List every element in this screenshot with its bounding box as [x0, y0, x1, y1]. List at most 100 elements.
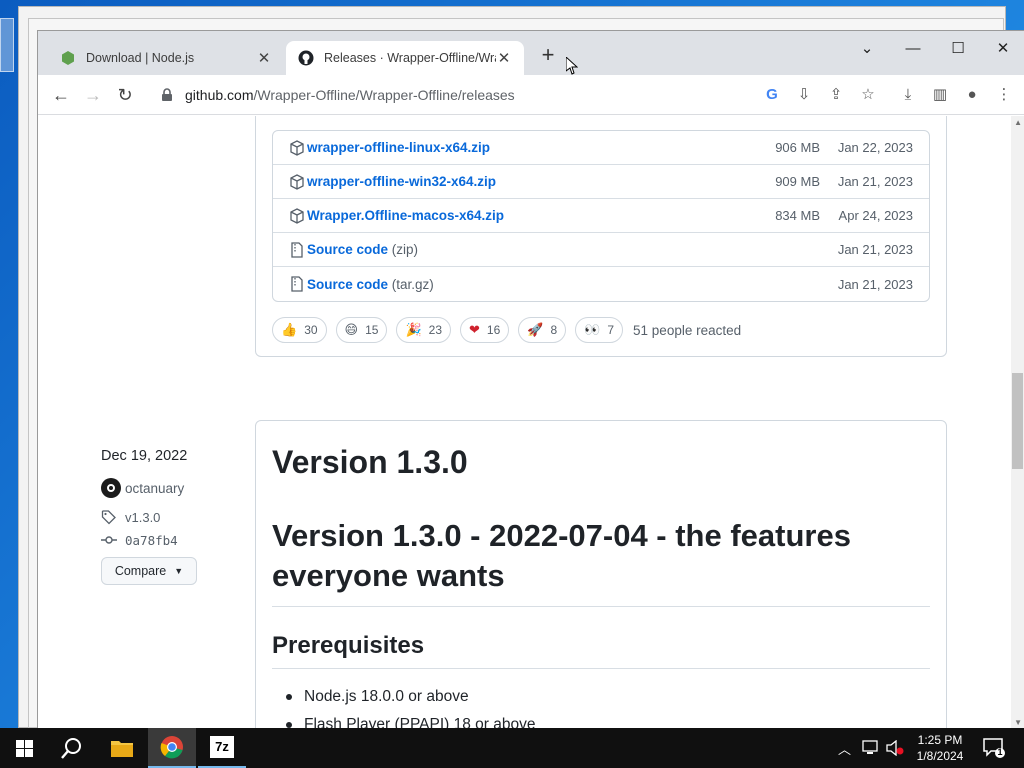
reaction-thumbs-up[interactable]: 👍 30 — [272, 317, 327, 343]
github-icon — [298, 50, 314, 66]
taskbar: 7z ︿ 1:25 PM 1/8/2024 1 — [0, 728, 1024, 768]
release-heading: Version 1.3.0 - 2022-07-04 - the feature… — [272, 518, 851, 593]
scrollbar[interactable]: ▲ ▼ — [1011, 116, 1024, 728]
tab-releases[interactable]: Releases · Wrapper-Offline/Wrap ✕ — [286, 41, 524, 75]
asset-link[interactable]: wrapper-offline-linux-x64.zip — [307, 140, 490, 155]
asset-date: Jan 22, 2023 — [837, 140, 913, 155]
reaction-count: 15 — [365, 323, 379, 337]
laugh-icon: 😄 — [344, 322, 359, 337]
asset-link[interactable]: Wrapper.Offline-macos-x64.zip — [307, 208, 504, 223]
asset-date: Jan 21, 2023 — [837, 242, 913, 257]
package-icon — [290, 173, 304, 190]
reload-button[interactable]: ↻ — [113, 83, 137, 107]
asset-row[interactable]: wrapper-offline-linux-x64.zip 906 MB Jan… — [273, 131, 929, 165]
start-button[interactable] — [0, 728, 48, 768]
reaction-laugh[interactable]: 😄 15 — [335, 317, 388, 343]
volume-muted-icon — [886, 740, 904, 756]
asset-row[interactable]: Source code (zip) Jan 21, 2023 — [273, 233, 929, 267]
reaction-count: 7 — [607, 323, 615, 337]
asset-size: 834 MB — [775, 208, 820, 223]
maximize-button[interactable]: ☐ — [935, 35, 981, 65]
7zip-icon: 7z — [210, 736, 234, 758]
show-hidden-icons[interactable]: ︿ — [838, 728, 851, 768]
release-commit[interactable]: 0a78fb4 — [101, 532, 178, 548]
scrollbar-thumb[interactable] — [1012, 373, 1023, 469]
asset-date: Jan 21, 2023 — [837, 174, 913, 189]
asset-row[interactable]: Source code (tar.gz) Jan 21, 2023 — [273, 267, 929, 301]
list-item: Node.js 18.0.0 or above — [286, 688, 469, 706]
tab-strip: Download | Node.js ✕ Releases · Wrapper-… — [38, 31, 1024, 75]
divider — [272, 668, 930, 669]
mouse-cursor-icon — [566, 57, 578, 75]
chrome-taskbar-button[interactable] — [148, 728, 196, 768]
notification-count: 1 — [997, 747, 1003, 757]
lock-icon — [162, 88, 172, 101]
reaction-count: 16 — [486, 323, 501, 337]
start-icon — [15, 739, 33, 757]
bookmark-star-icon[interactable]: ☆ — [858, 85, 878, 105]
reaction-rocket[interactable]: 🚀 8 — [518, 317, 567, 343]
reaction-count: 30 — [304, 323, 318, 337]
search-icon — [61, 738, 81, 759]
7zip-taskbar-button[interactable]: 7z — [198, 728, 246, 768]
asset-link[interactable]: wrapper-offline-win32-x64.zip — [307, 174, 496, 189]
asset-row[interactable]: Wrapper.Offline-macos-x64.zip 834 MB Apr… — [273, 199, 929, 233]
commit-icon — [101, 536, 117, 544]
eyes-icon: 👀 — [584, 322, 601, 337]
network-icon[interactable] — [862, 728, 880, 768]
asset-link[interactable]: Source code (tar.gz) — [307, 277, 434, 292]
menu-icon[interactable]: ⋮ — [994, 85, 1014, 105]
compare-button[interactable]: Compare ▼ — [101, 557, 197, 585]
asset-link[interactable]: Source code (zip) — [307, 242, 418, 257]
toolbar: ← → ↻ github.com/Wrapper-Offline/Wrapper… — [38, 75, 1024, 115]
scroll-up-icon[interactable]: ▲ — [1014, 118, 1022, 127]
file-zip-icon — [291, 276, 303, 292]
release-tag[interactable]: v1.3.0 — [101, 509, 160, 525]
divider — [272, 606, 930, 607]
chrome-icon — [160, 736, 183, 759]
browser-window: Download | Node.js ✕ Releases · Wrapper-… — [37, 30, 1024, 728]
google-lens-icon[interactable]: G — [762, 85, 782, 105]
list-item-text: Node.js 18.0.0 or above — [304, 688, 469, 705]
new-tab-button[interactable]: + — [536, 44, 560, 68]
file-explorer-button[interactable] — [98, 728, 146, 768]
reaction-eyes[interactable]: 👀 7 — [575, 317, 624, 343]
release-author[interactable]: octanuary — [101, 478, 184, 498]
profile-icon[interactable]: ● — [962, 85, 982, 105]
bullet — [286, 694, 292, 700]
asset-size: 906 MB — [775, 140, 820, 155]
minimize-button[interactable]: — — [890, 35, 936, 65]
rocket-icon: 🚀 — [527, 322, 544, 337]
reaction-heart[interactable]: ❤ 16 — [460, 317, 510, 343]
desktop-icon[interactable] — [0, 18, 14, 72]
package-icon — [290, 207, 304, 224]
close-icon[interactable]: ✕ — [256, 49, 272, 67]
close-window-button[interactable]: ✕ — [980, 35, 1024, 65]
reaction-hooray[interactable]: 🎉 23 — [396, 317, 452, 343]
release-title[interactable]: Version 1.3.0 — [272, 444, 468, 481]
url-text: github.com/Wrapper-Offline/Wrapper-Offli… — [185, 87, 515, 103]
tab-nodejs[interactable]: Download | Node.js ✕ — [48, 41, 284, 75]
back-button[interactable]: ← — [49, 83, 73, 107]
chevron-down-icon: ▼ — [174, 566, 184, 576]
clock[interactable]: 1:25 PM 1/8/2024 — [916, 732, 964, 764]
side-panel-icon[interactable]: ▥ — [930, 85, 950, 105]
asset-row[interactable]: wrapper-offline-win32-x64.zip 909 MB Jan… — [273, 165, 929, 199]
search-button[interactable] — [48, 728, 96, 768]
page-content: wrapper-offline-linux-x64.zip 906 MB Jan… — [38, 116, 1012, 728]
action-center-button[interactable]: 1 — [982, 728, 1006, 768]
avatar — [101, 478, 121, 498]
forward-button[interactable]: → — [81, 83, 105, 107]
address-bar[interactable]: github.com/Wrapper-Offline/Wrapper-Offli… — [148, 80, 868, 110]
downloads-icon[interactable]: ⤓ — [898, 85, 918, 105]
scroll-down-icon[interactable]: ▼ — [1014, 718, 1022, 727]
network-icon — [862, 740, 878, 754]
close-icon[interactable]: ✕ — [496, 49, 512, 67]
tab-search-button[interactable]: ⌄ — [844, 35, 890, 65]
install-app-icon[interactable]: ⇩ — [794, 85, 814, 105]
volume-icon[interactable] — [886, 728, 904, 768]
list-item-text: Flash Player (PPAPI) 18 or above — [304, 716, 536, 728]
compare-label: Compare — [114, 564, 167, 578]
asset-date: Apr 24, 2023 — [838, 208, 913, 223]
share-icon[interactable]: ⇪ — [826, 85, 846, 105]
